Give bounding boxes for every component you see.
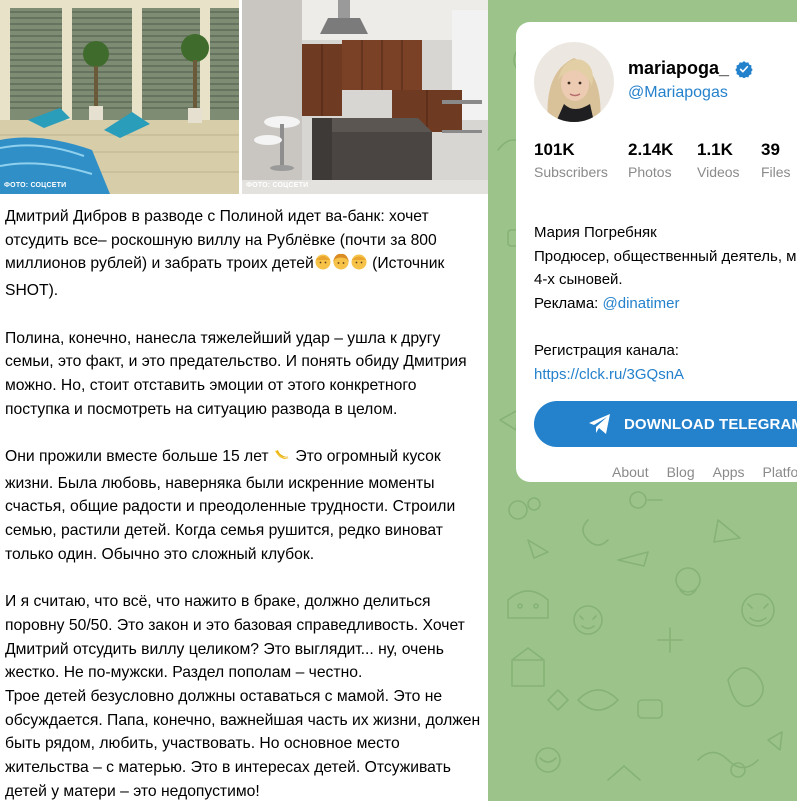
stat-label: Videos (697, 164, 740, 180)
crescent-moon-emoji (273, 446, 291, 472)
download-telegram-button[interactable]: DOWNLOAD TELEGRAM (534, 401, 797, 447)
channel-info-card: mariapoga_ @Mariapogas 101K Subscribers … (516, 22, 797, 482)
registration-label: Регистрация канала: (534, 342, 679, 359)
post-photo-pool[interactable]: ФОТО: СОЦСЕТИ (0, 0, 239, 194)
post-photo-kitchen[interactable]: ФОТО: СОЦСЕТИ (242, 0, 488, 194)
registration-link[interactable]: https://clck.ru/3GQsnA (534, 366, 684, 383)
kitchen-image (242, 0, 488, 194)
post-text: Дмитрий Дибров в разводе с Полиной идет … (5, 205, 483, 801)
stat-value: 39 (761, 140, 780, 159)
footer-links: About Blog Apps Platform (612, 464, 797, 480)
stat-label: Photos (628, 164, 672, 180)
download-telegram-label: DOWNLOAD TELEGRAM (624, 415, 797, 433)
stat-label: Files (761, 164, 791, 180)
footer-link-about[interactable]: About (612, 464, 649, 480)
post-text-segment: Они прожили вместе больше 15 лет (5, 448, 269, 465)
post-column: ФОТО: СОЦСЕТИ ФОТО: СОЦСЕТИ Дмитрий Дибр… (0, 0, 488, 801)
stat-photos[interactable]: 2.14K Photos (628, 138, 697, 182)
telegram-plane-icon (589, 414, 610, 434)
photo-caption: ФОТО: СОЦСЕТИ (246, 182, 309, 189)
bio-sons: 4-х сыновей. (534, 271, 623, 288)
stat-label: Subscribers (534, 164, 608, 180)
footer-link-blog[interactable]: Blog (667, 464, 695, 480)
stat-value: 1.1K (697, 140, 733, 159)
post-paragraph: Полина, конечно, нанесла тяжелейший удар… (5, 329, 467, 418)
footer-link-apps[interactable]: Apps (713, 464, 745, 480)
footer-link-platform[interactable]: Platform (763, 464, 797, 480)
ads-link[interactable]: @dinatimer (603, 295, 680, 312)
channel-name-row: mariapoga_ (628, 58, 753, 79)
channel-registration: Регистрация канала: https://clck.ru/3GQs… (534, 339, 684, 387)
stat-value: 2.14K (628, 140, 674, 159)
channel-side-panel: mariapoga_ @Mariapogas 101K Subscribers … (488, 0, 797, 801)
channel-stats: 101K Subscribers 2.14K Photos 1.1K Video… (534, 138, 797, 182)
channel-handle-link[interactable]: @Mariapogas (628, 84, 728, 102)
post-paragraph: Дмитрий Дибров в разводе с Полиной идет … (5, 205, 483, 303)
stat-subscribers: 101K Subscribers (534, 138, 628, 182)
ads-label: Реклама: (534, 294, 603, 312)
verified-badge-icon (735, 60, 753, 78)
post-paragraph: Они прожили вместе больше 15 лет Это огр… (5, 445, 483, 567)
bio-ads-row: Реклама: @dinatimer (534, 292, 797, 316)
channel-avatar[interactable] (534, 42, 614, 122)
post-text-segment: Это огромный кусок жизни. Была любовь, н… (5, 448, 456, 563)
stat-videos[interactable]: 1.1K Videos (697, 138, 761, 182)
photo-caption: ФОТО: СОЦСЕТИ (4, 182, 67, 189)
bio-role: Продюсер, общественный деятель, мама (534, 247, 797, 265)
bio-name: Мария Погребняк (534, 224, 657, 241)
children-emoji (314, 253, 368, 279)
post-paragraph: Трое детей безусловно должны оставаться … (5, 688, 481, 800)
post-paragraph: И я считаю, что всё, что нажито в браке,… (5, 593, 465, 682)
channel-description: Мария Погребняк Продюсер, общественный д… (534, 221, 797, 315)
pool-image (0, 0, 239, 194)
stat-value: 101K (534, 140, 575, 159)
channel-name: mariapoga_ (628, 58, 730, 78)
stat-files[interactable]: 39 Files (761, 138, 797, 182)
